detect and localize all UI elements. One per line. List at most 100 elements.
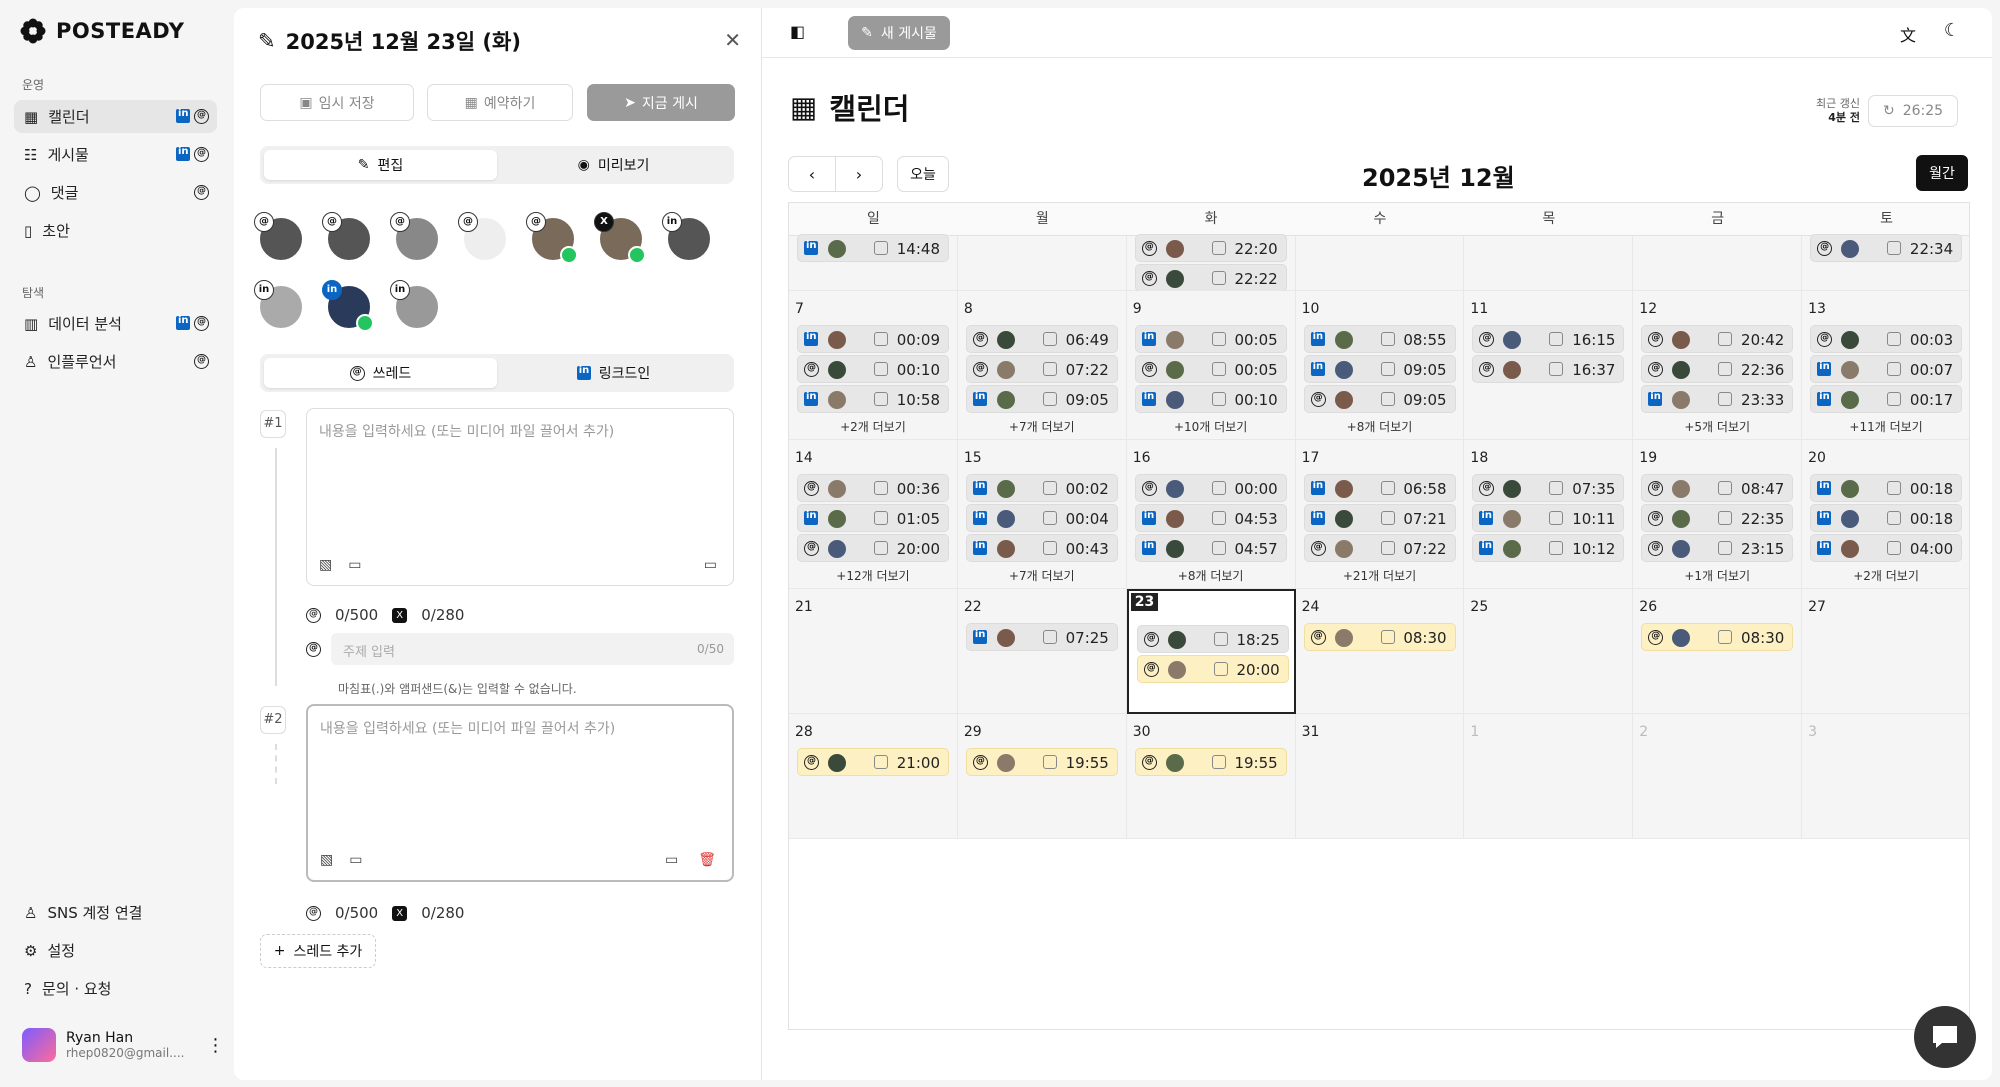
tab-preview[interactable]: ◉ 미리보기 [497, 150, 730, 180]
schedule-button[interactable]: ▦ 예약하기 [427, 84, 573, 121]
scheduled-post[interactable]: 10:58 [797, 385, 949, 413]
calendar-day-cell[interactable]: 15 00:02 00:04 00:43 +7개 더보기 [957, 440, 1127, 589]
scheduled-post[interactable]: @08:47 [1641, 474, 1794, 502]
scheduled-post[interactable]: 07:21 [1303, 504, 1456, 532]
view-mode-button[interactable]: 월간 [1916, 155, 1968, 191]
calendar-day-cell[interactable]: 22 07:25 [957, 589, 1127, 714]
scheduled-post[interactable]: 00:43 [965, 534, 1118, 562]
calendar-day-cell[interactable]: 8@06:49@07:2209:05+7개 더보기 [957, 291, 1127, 440]
calendar-day-cell[interactable]: 14 @00:36 01:05 @20:00 +12개 더보기 [789, 440, 958, 589]
calendar-day-cell[interactable]: 30 @19:55 [1126, 714, 1296, 839]
show-more-link[interactable]: +7개 더보기 [958, 418, 1126, 435]
calendar-day-cell[interactable]: 13 @00:03 00:07 00:17 +11개 더보기 [1802, 291, 1969, 440]
scheduled-post[interactable]: 07:25 [965, 623, 1118, 651]
scheduled-post[interactable]: @07:35 [1472, 474, 1625, 502]
calendar-day-cell[interactable]: 1008:5509:05@09:05+8개 더보기 [1295, 291, 1465, 440]
show-more-link[interactable]: +7개 더보기 [958, 567, 1126, 584]
calendar-day-cell[interactable]: @22:20 @22:22 [1126, 234, 1296, 292]
scheduled-post[interactable]: 00:18 [1810, 504, 1963, 532]
scheduled-post[interactable]: @07:22 [965, 355, 1118, 383]
scheduled-post[interactable]: 08:55 [1303, 325, 1456, 353]
show-more-link[interactable]: +8개 더보기 [1296, 418, 1464, 435]
scheduled-post[interactable]: @07:22 [1303, 534, 1456, 562]
scheduled-post[interactable]: @00:00 [1134, 474, 1287, 502]
calendar-day-cell[interactable]: 19 @08:47 @22:35 @23:15 +1개 더보기 [1633, 440, 1803, 589]
more-vertical-icon[interactable]: ⋮ [206, 1035, 224, 1056]
topic-input[interactable]: 주제 입력 0/50 [331, 633, 734, 665]
show-more-link[interactable]: +2개 더보기 [789, 418, 957, 435]
scheduled-post[interactable]: @22:22 [1134, 264, 1287, 292]
brand-logo[interactable]: POSTEADY [20, 18, 184, 44]
scheduled-post[interactable]: @00:36 [797, 474, 949, 502]
scheduled-post[interactable]: 01:05 [797, 504, 949, 532]
show-more-link[interactable]: +21개 더보기 [1296, 567, 1464, 584]
scheduled-post[interactable]: @09:05 [1303, 385, 1456, 413]
trash-icon[interactable]: 🗑 [698, 852, 716, 868]
sidebar-item-settings[interactable]: ⚙ 설정 [14, 934, 217, 967]
show-more-link[interactable]: +5개 더보기 [1633, 418, 1801, 435]
sidebar-item-posts[interactable]: ☷ 게시물 @ [14, 138, 217, 171]
show-more-link[interactable]: +1개 더보기 [1633, 567, 1801, 584]
scheduled-post[interactable]: @19:55 [1134, 748, 1287, 776]
chat-support-button[interactable] [1914, 1006, 1976, 1068]
account-avatar[interactable]: in [322, 280, 374, 332]
calendar-day-cell[interactable]: 20 00:18 00:18 04:00 +2개 더보기 [1802, 440, 1969, 589]
save-draft-button[interactable]: ▣ 임시 저장 [260, 84, 414, 121]
calendar-day-cell[interactable] [957, 236, 1127, 291]
scheduled-post[interactable]: 00:05 [1134, 325, 1287, 353]
post-now-button[interactable]: ➤ 지금 게시 [587, 84, 735, 121]
scheduled-post[interactable]: 00:17 [1810, 385, 1963, 413]
tab-linkedin[interactable]: 링크드인 [497, 358, 730, 388]
add-thread-button[interactable]: + 스레드 추가 [260, 934, 376, 968]
scheduled-post[interactable]: @22:35 [1641, 504, 1794, 532]
scheduled-post[interactable]: 06:58 [1303, 474, 1456, 502]
account-avatar[interactable]: in [662, 212, 712, 262]
scheduled-post[interactable]: @22:20 [1134, 234, 1287, 262]
calendar-day-cell[interactable]: 26 @08:30 [1633, 589, 1803, 714]
calendar-day-cell[interactable]: 21 [789, 589, 958, 714]
scheduled-post[interactable]: 09:05 [1303, 355, 1456, 383]
sidebar-item-sns-connect[interactable]: ♙ SNS 계정 연결 [14, 896, 217, 929]
scheduled-post[interactable]: @22:34 [1810, 234, 1963, 262]
calendar-day-cell[interactable]: 3 [1802, 714, 1969, 839]
sidebar-toggle-icon[interactable]: ◧ [790, 22, 805, 41]
scheduled-post[interactable]: @18:25 [1136, 625, 1289, 653]
show-more-link[interactable]: +10개 더보기 [1127, 418, 1295, 435]
scheduled-post[interactable]: @19:55 [965, 748, 1118, 776]
folder-icon[interactable]: ▭ [348, 557, 361, 573]
folder-move-icon[interactable]: ▭ [665, 852, 678, 868]
scheduled-post[interactable]: 00:07 [1810, 355, 1963, 383]
account-avatar[interactable]: @ [458, 212, 508, 262]
calendar-day-cell[interactable]: 18 @07:35 10:11 10:12 [1464, 440, 1634, 589]
moon-icon[interactable]: ☾ [1944, 20, 1960, 41]
image-icon[interactable]: ▧ [319, 557, 332, 573]
account-avatar[interactable]: @ [254, 212, 304, 262]
scheduled-post[interactable]: @00:05 [1134, 355, 1287, 383]
calendar-day-cell[interactable] [1464, 236, 1634, 291]
scheduled-post[interactable]: @20:42 [1641, 325, 1794, 353]
sidebar-item-comments[interactable]: ◯ 댓글 @ [14, 176, 217, 209]
scheduled-post[interactable]: @21:00 [797, 748, 949, 776]
show-more-link[interactable]: +2개 더보기 [1802, 567, 1969, 584]
scheduled-post[interactable]: @20:00 [1136, 655, 1289, 683]
sidebar-item-analytics[interactable]: ▥ 데이터 분석 @ [14, 307, 217, 340]
calendar-day-cell[interactable]: 16 @00:00 04:53 04:57 +8개 더보기 [1126, 440, 1296, 589]
calendar-day-cell[interactable]: 11 @16:15 @16:37 [1464, 291, 1634, 440]
scheduled-post[interactable]: @16:15 [1472, 325, 1625, 353]
scheduled-post[interactable]: 04:53 [1134, 504, 1287, 532]
scheduled-post[interactable]: 00:18 [1810, 474, 1963, 502]
thread-content-input[interactable]: 내용을 입력하세요 (또는 미디어 파일 끌어서 추가) ▧ ▭ ▭ [306, 408, 734, 586]
user-profile[interactable]: Ryan Han rhep0820@gmail.... ⋮ [22, 1028, 224, 1062]
tab-edit[interactable]: ✎ 편집 [264, 150, 497, 180]
calendar-day-cell[interactable]: 7 00:09 @00:10 10:58 +2개 더보기 [789, 291, 958, 440]
scheduled-post[interactable]: 14:48 [797, 234, 949, 262]
show-more-link[interactable]: +12개 더보기 [789, 567, 957, 584]
scheduled-post[interactable]: 00:02 [965, 474, 1118, 502]
calendar-day-cell[interactable]: @22:34 [1802, 234, 1969, 291]
show-more-link[interactable]: +11개 더보기 [1802, 418, 1969, 435]
scheduled-post[interactable]: @00:10 [797, 355, 949, 383]
sidebar-item-support[interactable]: ? 문의 · 요청 [14, 972, 217, 1005]
calendar-day-cell[interactable]: 25 [1464, 589, 1634, 714]
calendar-day-cell[interactable]: 27 [1802, 589, 1969, 714]
scheduled-post[interactable]: @06:49 [965, 325, 1118, 353]
